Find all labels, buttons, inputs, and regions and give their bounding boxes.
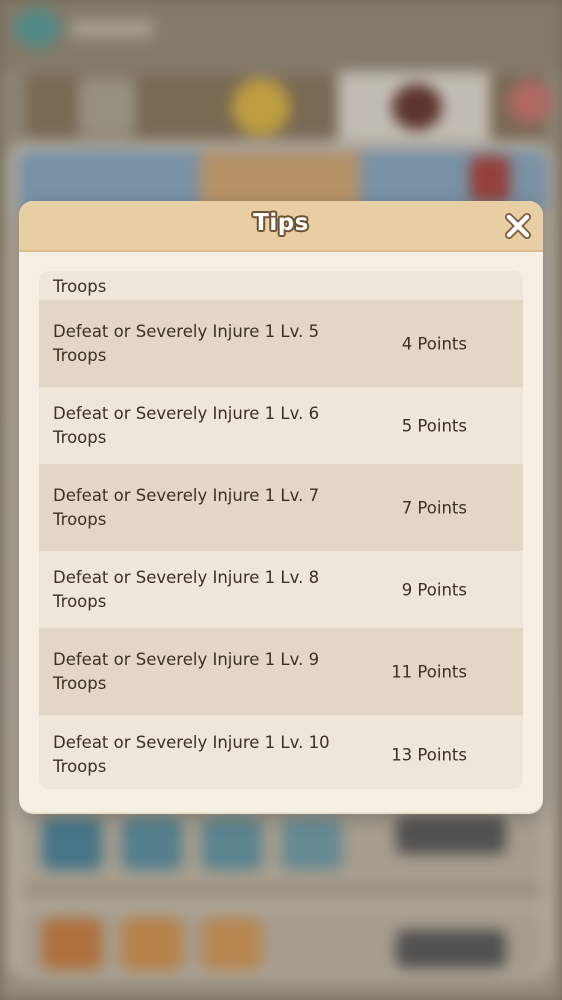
row-points: 11 Points [391,662,467,681]
row-points: 7 Points [401,498,467,517]
list-item: Defeat or Severely Injure 1 Lv. 9 Troops… [39,628,523,715]
dialog-header: Tips [19,201,543,252]
row-description: Defeat or Severely Injure 1 Lv. 9 Troops [53,649,320,693]
row-points: 9 Points [401,580,467,599]
list-item: Defeat or Severely Injure 1 Lv. 5 Troops… [39,300,523,387]
row-description: Defeat or Severely Injure 1 Lv. 5 Troops [53,321,320,365]
list-item: Defeat or Severely Injure 1 Lv. 10 Troop… [39,715,523,789]
close-button[interactable] [503,211,533,241]
dialog-title: Tips [253,210,309,236]
row-description: Defeat or Severely Injure 1 Lv. 6 Troops [53,403,320,447]
rewards-list[interactable]: Troops Defeat or Severely Injure 1 Lv. 5… [39,271,523,789]
row-description: Defeat or Severely Injure 1 Lv. 10 Troop… [53,733,330,776]
rewards-list-scroll: Troops Defeat or Severely Injure 1 Lv. 5… [39,271,523,789]
row-description: Troops [53,277,107,296]
list-item: Defeat or Severely Injure 1 Lv. 6 Troops… [39,387,523,464]
row-points: 5 Points [401,416,467,435]
row-description: Defeat or Severely Injure 1 Lv. 8 Troops [53,567,320,611]
list-item: Defeat or Severely Injure 1 Lv. 7 Troops… [39,464,523,551]
row-description: Defeat or Severely Injure 1 Lv. 7 Troops [53,485,320,529]
list-item: Defeat or Severely Injure 1 Lv. 8 Troops… [39,551,523,628]
row-points: 13 Points [391,745,467,765]
list-item: Troops [39,271,523,300]
close-x-icon [505,213,531,239]
tips-dialog: Tips Troops Defeat or Severely Injure 1 … [19,201,543,812]
row-points: 4 Points [401,334,467,353]
